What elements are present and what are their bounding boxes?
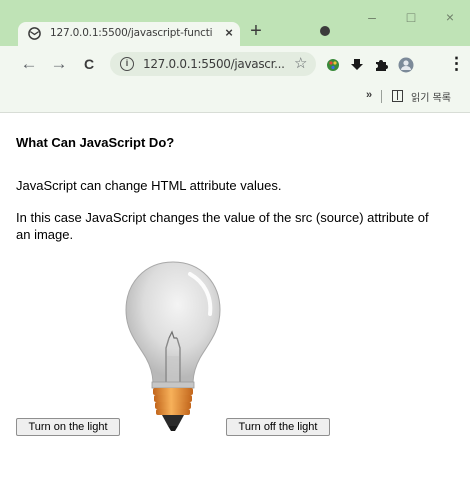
more-vert-icon[interactable]: ⋮: [448, 55, 465, 73]
tab-strip: 127.0.0.1:5500/javascript-functi × + – □…: [0, 0, 470, 46]
reading-list-label[interactable]: 읽기 목록: [411, 89, 451, 104]
paragraph-1: JavaScript can change HTML attribute val…: [16, 178, 282, 193]
tab-title: 127.0.0.1:5500/javascript-functi: [50, 27, 212, 39]
turn-on-button[interactable]: Turn on the light: [16, 418, 120, 436]
address-bar[interactable]: i 127.0.0.1:5500/javascr... ☆: [110, 52, 316, 76]
browser-window: 127.0.0.1:5500/javascript-functi × + – □…: [0, 0, 470, 477]
tab-active[interactable]: 127.0.0.1:5500/javascript-functi ×: [18, 22, 240, 46]
reload-icon[interactable]: C: [80, 55, 98, 73]
url-text[interactable]: 127.0.0.1:5500/javascr...: [143, 57, 291, 71]
plus-icon[interactable]: +: [248, 21, 264, 41]
info-icon[interactable]: i: [120, 57, 134, 71]
back-arrow-icon[interactable]: ←: [20, 55, 38, 73]
turn-off-button[interactable]: Turn off the light: [226, 418, 330, 436]
paragraph-2: In this case JavaScript changes the valu…: [16, 210, 429, 242]
close-icon[interactable]: ×: [222, 26, 236, 40]
lightbulb-icon: [125, 261, 221, 431]
divider: [381, 90, 382, 103]
puzzle-icon[interactable]: [374, 58, 388, 72]
forward-arrow-icon[interactable]: →: [50, 55, 68, 73]
reading-list-icon[interactable]: [392, 90, 403, 102]
profile-icon[interactable]: [320, 26, 330, 36]
minimize-button[interactable]: –: [365, 10, 379, 24]
chevron-right-icon[interactable]: »: [366, 89, 372, 101]
maximize-button[interactable]: □: [404, 10, 418, 24]
page-title: What Can JavaScript Do?: [16, 135, 175, 150]
star-icon[interactable]: ☆: [294, 55, 307, 73]
toolbar: ← → C i 127.0.0.1:5500/javascr... ☆ ⋮: [0, 46, 470, 82]
globe-icon: [28, 27, 41, 40]
bookmarks-bar: » 읽기 목록: [0, 82, 470, 113]
page-content: What Can JavaScript Do? JavaScript can c…: [0, 113, 470, 477]
download-icon[interactable]: [350, 58, 364, 72]
avatar-icon[interactable]: [398, 57, 414, 73]
window-close-button[interactable]: ×: [443, 10, 457, 24]
palette-icon[interactable]: [326, 58, 340, 72]
